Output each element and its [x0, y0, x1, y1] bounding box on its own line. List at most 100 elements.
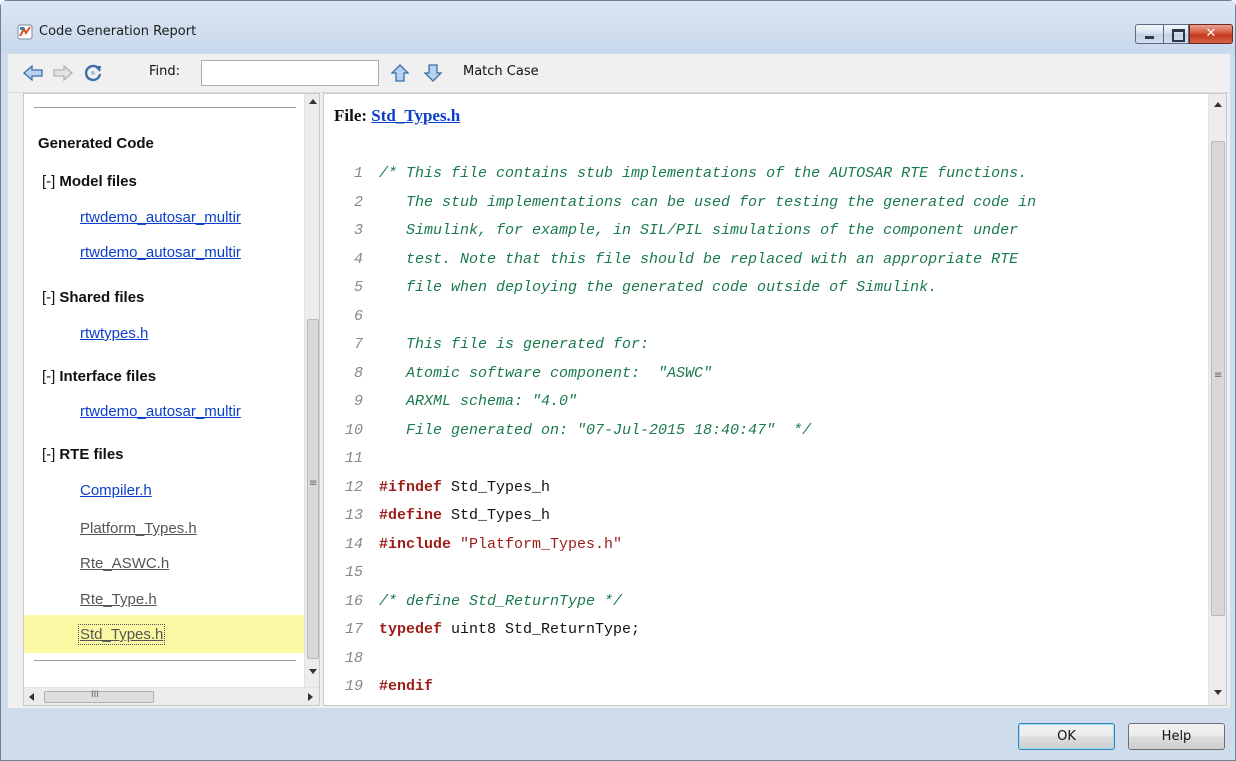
- scroll-down-icon[interactable]: [309, 669, 317, 674]
- section-shared-files[interactable]: [-] Shared files: [42, 289, 144, 306]
- section-title: Interface files: [59, 368, 157, 385]
- code-line: 13 #define Std_Types_h: [324, 504, 1204, 528]
- nav-link-rte-aswc[interactable]: Rte_ASWC.h: [80, 555, 169, 572]
- line-code: /* define Std_ReturnType */: [379, 590, 622, 614]
- help-button[interactable]: Help: [1128, 723, 1225, 750]
- nav-link-compiler[interactable]: Compiler.h: [80, 482, 152, 499]
- refresh-icon[interactable]: [82, 63, 104, 83]
- line-number: 9: [353, 393, 363, 410]
- code-line: 10 File generated on: "07-Jul-2015 18:40…: [324, 419, 1204, 443]
- collapse-toggle[interactable]: [-]: [42, 173, 55, 190]
- code-vertical-scrollbar[interactable]: ≡: [1208, 94, 1226, 705]
- file-name-link[interactable]: Std_Types.h: [371, 106, 460, 125]
- scroll-left-icon[interactable]: [29, 693, 34, 701]
- title-bar[interactable]: Code Generation Report ✕: [1, 1, 1235, 53]
- line-number: 15: [344, 564, 363, 581]
- find-next-icon[interactable]: [422, 63, 444, 83]
- back-arrow-icon[interactable]: [22, 63, 44, 83]
- close-button[interactable]: ✕: [1189, 24, 1233, 44]
- code-line: 6: [324, 305, 1204, 329]
- code-line: 11: [324, 447, 1204, 471]
- code-token: The stub implementations can be used for…: [379, 193, 1037, 211]
- section-interface-files[interactable]: [-] Interface files: [42, 368, 156, 385]
- code-token: Simulink, for example, in SIL/PIL simula…: [379, 222, 1019, 239]
- code-line: 14 #include "Platform_Types.h": [324, 533, 1204, 557]
- code-token: #ifndef: [379, 478, 443, 496]
- scroll-down-icon[interactable]: [1214, 690, 1222, 695]
- code-line: 9 ARXML schema: "4.0": [324, 390, 1204, 414]
- find-input[interactable]: [201, 60, 379, 86]
- code-token: typedef: [379, 621, 443, 638]
- nav-link-rte-type[interactable]: Rte_Type.h: [80, 591, 157, 608]
- close-icon: ✕: [1205, 26, 1217, 41]
- code-line: 4 test. Note that this file should be re…: [324, 248, 1204, 272]
- ok-button[interactable]: OK: [1018, 723, 1115, 750]
- line-number: 3: [353, 222, 363, 239]
- minimize-button[interactable]: [1135, 24, 1163, 44]
- line-number: 6: [353, 307, 363, 325]
- find-label: Find:: [149, 64, 181, 79]
- code-token: #endif: [379, 678, 434, 695]
- nav-vertical-scroll-thumb[interactable]: ≡: [307, 319, 319, 659]
- grip-icon: ≡: [309, 478, 318, 489]
- line-code: #define Std_Types_h: [379, 504, 550, 528]
- code-token: This file is generated for:: [379, 336, 650, 353]
- nav-link-model-file-2[interactable]: rtwdemo_autosar_multir: [80, 244, 241, 261]
- section-model-files[interactable]: [-] Model files: [42, 173, 137, 190]
- nav-horizontal-scrollbar[interactable]: III: [24, 687, 319, 705]
- code-line: 19 #endif: [324, 675, 1204, 699]
- line-number: 18: [344, 649, 363, 667]
- line-code: /* This file contains stub implementatio…: [379, 162, 1027, 186]
- match-case-toggle[interactable]: Match Case: [463, 64, 539, 79]
- code-line: 1 /* This file contains stub implementati…: [324, 162, 1204, 186]
- code-token: /* define Std_ReturnType */: [379, 592, 623, 610]
- code-line: 2 The stub implementations can be used f…: [324, 191, 1204, 215]
- section-title: RTE files: [59, 446, 124, 463]
- nav-link-platform-types[interactable]: Platform_Types.h: [80, 520, 197, 537]
- selected-row-highlight: [24, 615, 304, 653]
- window-title: Code Generation Report: [39, 24, 197, 39]
- code-line: 7 This file is generated for:: [324, 333, 1204, 357]
- scroll-up-icon[interactable]: [309, 99, 317, 104]
- nav-link-interface-file[interactable]: rtwdemo_autosar_multir: [80, 403, 241, 420]
- navigation-content: Generated Code [-] Model files rtwdemo_au…: [24, 94, 304, 669]
- navigation-pane: Generated Code [-] Model files rtwdemo_au…: [23, 93, 320, 706]
- grip-icon: III: [91, 690, 99, 700]
- code-token: #include: [379, 535, 452, 553]
- line-number: 2: [353, 193, 363, 211]
- nav-link-std-types[interactable]: Std_Types.h: [77, 624, 166, 645]
- forward-arrow-icon[interactable]: [52, 63, 74, 83]
- code-vertical-scroll-thumb[interactable]: ≡: [1211, 141, 1225, 616]
- line-code: File generated on: "07-Jul-2015 18:40:47…: [379, 419, 811, 443]
- code-token: uint8 Std_ReturnType;: [442, 621, 641, 638]
- line-number: 7: [353, 336, 363, 353]
- line-number: 14: [344, 535, 363, 553]
- nav-link-rtwtypes[interactable]: rtwtypes.h: [80, 325, 148, 342]
- scroll-right-icon[interactable]: [308, 693, 313, 701]
- maximize-button[interactable]: [1163, 24, 1189, 44]
- code-line: 16 /* define Std_ReturnType */: [324, 590, 1204, 614]
- code-token: file when deploying the generated code o…: [379, 279, 938, 296]
- line-number: 17: [344, 621, 363, 638]
- nav-horizontal-scroll-thumb[interactable]: III: [44, 690, 154, 703]
- collapse-toggle[interactable]: [-]: [42, 368, 55, 385]
- line-number: 1: [353, 165, 363, 182]
- code-token: test. Note that this file should be repl…: [379, 250, 1019, 268]
- line-code: The stub implementations can be used for…: [379, 191, 1036, 215]
- code-line: 3 Simulink, for example, in SIL/PIL simu…: [324, 219, 1204, 243]
- nav-vertical-scrollbar[interactable]: ≡: [304, 94, 319, 689]
- code-token: "Platform_Types.h": [451, 535, 623, 553]
- collapse-toggle[interactable]: [-]: [42, 446, 55, 463]
- section-rte-files[interactable]: [-] RTE files: [42, 446, 124, 463]
- line-number: 10: [344, 421, 363, 439]
- line-number: 12: [344, 478, 363, 496]
- code-token: #define: [379, 507, 443, 524]
- line-code: test. Note that this file should be repl…: [379, 248, 1018, 272]
- scroll-up-icon[interactable]: [1214, 102, 1222, 107]
- nav-link-model-file-1[interactable]: rtwdemo_autosar_multir: [80, 209, 241, 226]
- find-previous-icon[interactable]: [389, 63, 411, 83]
- line-code: #endif: [379, 675, 433, 699]
- line-code: typedef uint8 Std_ReturnType;: [379, 618, 640, 642]
- collapse-toggle[interactable]: [-]: [42, 289, 55, 306]
- code-line: 5 file when deploying the generated code…: [324, 276, 1204, 300]
